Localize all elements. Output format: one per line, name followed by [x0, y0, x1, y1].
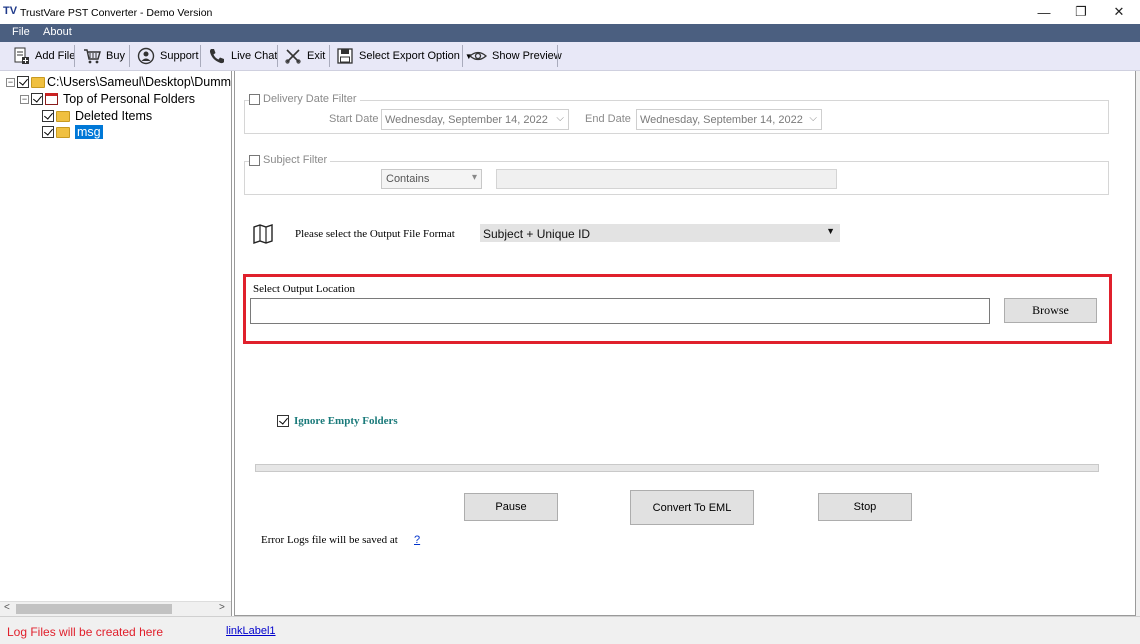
cart-icon [83, 47, 101, 65]
chevron-down-icon: ⌵ [556, 113, 564, 124]
pst-file-icon [31, 76, 45, 88]
toolbar: Add File Buy Support Live Chat Exit Sele… [0, 42, 1140, 71]
buy-label: Buy [106, 50, 125, 62]
folder-tree-panel[interactable]: − C:\Users\Sameul\Desktop\Dummy − Top of… [0, 71, 232, 616]
chevron-down-icon: ⌵ [809, 113, 817, 124]
title-bar: TV TrustVare PST Converter - Demo Versio… [0, 0, 1140, 24]
chevron-down-icon: ▾ [471, 172, 477, 183]
tree-item-label: C:\Users\Sameul\Desktop\Dummy [47, 75, 232, 89]
collapse-icon[interactable]: − [6, 77, 15, 87]
app-logo-icon: TV [3, 5, 18, 17]
tree-item-label: Deleted Items [75, 109, 153, 123]
menu-about[interactable]: About [43, 26, 72, 38]
subject-operator-select[interactable]: Contains ▾ [381, 169, 482, 189]
end-date-label: End Date [585, 113, 631, 125]
tree-checkbox[interactable] [42, 126, 54, 138]
add-file-label: Add File [35, 50, 76, 62]
checkbox[interactable] [249, 154, 260, 166]
add-file-icon [12, 47, 30, 65]
scroll-right-icon[interactable]: > [219, 602, 225, 613]
toolbar-separator [329, 45, 330, 67]
pause-button[interactable]: Pause [464, 493, 558, 521]
folder-icon [56, 126, 70, 138]
status-link[interactable]: linkLabel1 [226, 625, 276, 637]
start-date-label: Start Date [329, 113, 379, 125]
end-date-picker[interactable]: Wednesday, September 14, 2022 ⌵ [636, 109, 822, 130]
tree-checkbox[interactable] [42, 110, 54, 122]
folder-icon [56, 110, 70, 122]
end-date-value: Wednesday, September 14, 2022 [640, 114, 803, 126]
tree-checkbox[interactable] [31, 93, 43, 105]
checkbox[interactable] [249, 93, 260, 105]
status-text: Log Files will be created here [7, 625, 164, 639]
stop-button[interactable]: Stop [818, 493, 912, 521]
select-export-option-label: Select Export Option [359, 50, 460, 62]
toolbar-separator [200, 45, 201, 67]
output-location-label: Select Output Location [253, 283, 356, 295]
support-button[interactable]: Support [134, 45, 202, 67]
start-date-value: Wednesday, September 14, 2022 [385, 114, 548, 126]
status-bar: Log Files will be created here linkLabel… [0, 616, 1140, 644]
output-location-input[interactable] [250, 298, 990, 324]
toolbar-separator [557, 45, 558, 67]
subject-filter-label: Subject Filter [263, 154, 328, 166]
book-icon [252, 224, 274, 244]
window-title: TrustVare PST Converter - Demo Version [20, 7, 213, 19]
calendar-icon [45, 93, 58, 105]
eye-icon [469, 47, 487, 65]
toolbar-separator [129, 45, 130, 67]
tree-item-label: msg [75, 125, 103, 139]
subject-filter-input[interactable] [496, 169, 837, 189]
exit-label: Exit [307, 50, 326, 62]
minimize-button[interactable]: — [1025, 0, 1063, 24]
panel-edge [1136, 71, 1140, 616]
toolbar-separator [74, 45, 75, 67]
chevron-down-icon: ▼ [826, 226, 835, 236]
exit-button[interactable]: Exit [281, 45, 328, 67]
menu-file[interactable]: File [12, 26, 30, 38]
tree-checkbox[interactable] [17, 76, 29, 88]
tree-item-top-of-personal-folders[interactable]: − Top of Personal Folders [20, 91, 195, 107]
delivery-date-filter-checkbox[interactable]: Delivery Date Filter [249, 93, 360, 105]
subject-operator-value: Contains [386, 173, 430, 185]
support-icon [137, 47, 155, 65]
tree-item-root[interactable]: − C:\Users\Sameul\Desktop\Dummy [6, 74, 232, 90]
tree-item-msg[interactable]: msg [42, 124, 103, 140]
scroll-left-icon[interactable]: < [4, 602, 10, 613]
output-format-value: Subject + Unique ID [483, 227, 591, 241]
close-button[interactable]: ✕ [1100, 0, 1138, 24]
conversion-progress-bar [255, 464, 1099, 472]
output-format-label: Please select the Output File Format [295, 228, 455, 240]
start-date-picker[interactable]: Wednesday, September 14, 2022 ⌵ [381, 109, 569, 130]
save-icon [336, 47, 354, 65]
support-label: Support [160, 50, 199, 62]
error-logs-label: Error Logs file will be saved at [261, 534, 398, 546]
exit-icon [284, 47, 302, 65]
ignore-empty-folders-label: Ignore Empty Folders [294, 415, 398, 427]
maximize-button[interactable]: ❐ [1062, 0, 1100, 24]
show-preview-button[interactable]: Show Preview [466, 45, 565, 67]
output-format-select[interactable]: Subject + Unique ID ▼ [480, 224, 840, 242]
menu-bar: File About [0, 24, 1140, 42]
scrollbar-thumb[interactable] [16, 604, 172, 614]
live-chat-label: Live Chat [231, 50, 278, 62]
toolbar-separator [277, 45, 278, 67]
error-logs-link[interactable]: ? [414, 534, 420, 546]
ignore-empty-folders-checkbox[interactable] [277, 415, 289, 427]
delivery-date-filter-label: Delivery Date Filter [263, 93, 357, 105]
phone-icon [208, 47, 226, 65]
convert-to-eml-button[interactable]: Convert To EML [630, 490, 754, 525]
select-export-option-button[interactable]: Select Export Option ▼ [333, 45, 476, 67]
live-chat-button[interactable]: Live Chat [205, 45, 280, 67]
tree-item-deleted-items[interactable]: Deleted Items [42, 108, 152, 124]
horizontal-scrollbar[interactable]: < > [0, 601, 231, 616]
tree-item-label: Top of Personal Folders [63, 92, 196, 106]
subject-filter-checkbox[interactable]: Subject Filter [249, 154, 331, 166]
toolbar-separator [462, 45, 463, 67]
show-preview-label: Show Preview [492, 50, 562, 62]
buy-button[interactable]: Buy [80, 45, 128, 67]
collapse-icon[interactable]: − [20, 94, 29, 104]
add-file-button[interactable]: Add File [9, 45, 78, 67]
browse-button[interactable]: Browse [1004, 298, 1097, 323]
